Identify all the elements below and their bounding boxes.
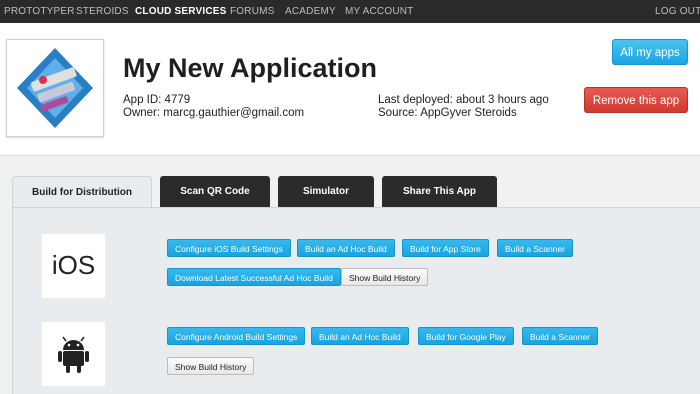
top-nav: PROTOTYPER STEROIDS CLOUD SERVICES FORUM… <box>0 0 700 23</box>
download-ad-hoc-build-button[interactable]: Download Latest Successful Ad Hoc Build <box>167 268 341 286</box>
build-for-app-store-button[interactable]: Build for App Store <box>402 239 489 257</box>
nav-log-out[interactable]: LOG OUT <box>655 0 700 23</box>
ios-logo: iOS <box>42 234 105 298</box>
app-owner: Owner: marcg.gauthier@gmail.com <box>123 107 305 119</box>
app-header: My New Application App ID: 4779 Owner: m… <box>0 23 700 156</box>
app-id: App ID: 4779 <box>123 94 191 106</box>
nav-academy[interactable]: ACADEMY <box>285 0 336 23</box>
last-deployed: Last deployed: about 3 hours ago <box>378 94 549 106</box>
android-logo <box>42 322 105 386</box>
nav-my-account[interactable]: MY ACCOUNT <box>345 0 414 23</box>
android-show-build-history-button[interactable]: Show Build History <box>167 357 255 375</box>
android-build-scanner-button[interactable]: Build a Scanner <box>522 327 599 345</box>
nav-steroids[interactable]: STEROIDS <box>76 0 129 23</box>
configure-android-build-settings-button[interactable]: Configure Android Build Settings <box>167 327 306 345</box>
nav-prototyper[interactable]: PROTOTYPER <box>4 0 75 23</box>
android-build-ad-hoc-button[interactable]: Build an Ad Hoc Build <box>311 327 409 345</box>
configure-ios-build-settings-button[interactable]: Configure iOS Build Settings <box>167 239 291 257</box>
tab-simulator[interactable]: Simulator <box>278 176 374 207</box>
build-panel <box>12 207 700 394</box>
tab-share-this-app[interactable]: Share This App <box>382 176 497 207</box>
build-for-google-play-button[interactable]: Build for Google Play <box>418 327 514 345</box>
nav-cloud-services[interactable]: CLOUD SERVICES <box>135 0 227 23</box>
app-icon <box>6 39 104 137</box>
ios-build-ad-hoc-button[interactable]: Build an Ad Hoc Build <box>297 239 395 257</box>
app-source: Source: AppGyver Steroids <box>378 107 517 119</box>
tab-scan-qr-code[interactable]: Scan QR Code <box>160 176 270 207</box>
tab-build-for-distribution[interactable]: Build for Distribution <box>12 176 152 208</box>
nav-forums[interactable]: FORUMS <box>230 0 275 23</box>
remove-app-button[interactable]: Remove this app <box>584 87 688 113</box>
ios-build-scanner-button[interactable]: Build a Scanner <box>497 239 574 257</box>
all-my-apps-button[interactable]: All my apps <box>612 39 688 65</box>
app-logo-icon <box>17 48 93 128</box>
page-title: My New Application <box>123 53 378 83</box>
ios-show-build-history-button[interactable]: Show Build History <box>341 268 429 286</box>
ios-logo-text: iOS <box>51 250 96 280</box>
android-icon <box>58 336 89 373</box>
